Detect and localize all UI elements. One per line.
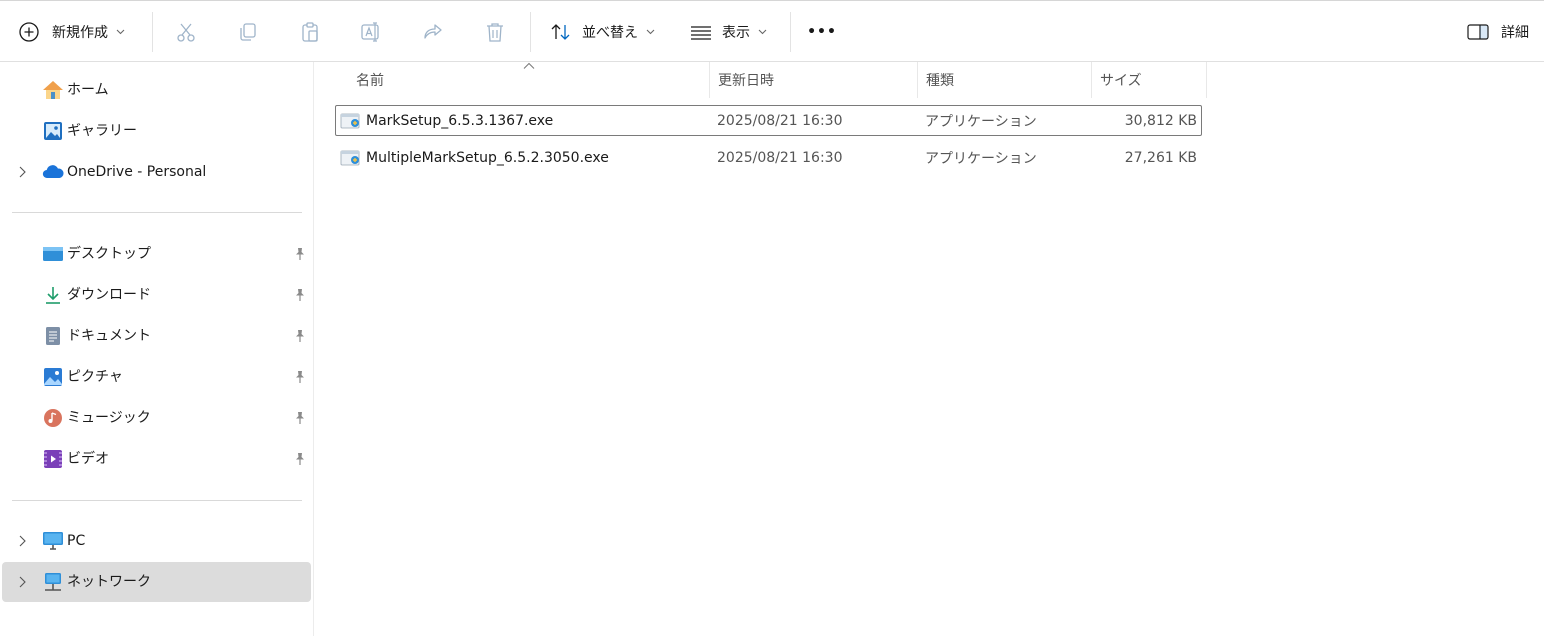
navigation-pane: ホーム ギャラリー OneDrive - Personal デスクトップ ダウン… [0, 62, 314, 636]
sidebar-item-label: PC [67, 533, 86, 549]
monitor-icon [42, 530, 64, 552]
sort-button-label: 並べ替え [582, 25, 638, 41]
sidebar-item-label: ビデオ [67, 451, 109, 467]
column-header-label: 種類 [926, 73, 954, 89]
rename-icon [360, 21, 382, 43]
sidebar-item-label: ピクチャ [67, 369, 123, 385]
paste-button[interactable] [290, 14, 330, 50]
toolbar-separator [530, 12, 531, 52]
video-icon [42, 448, 64, 470]
sidebar-item-desktop[interactable]: デスクトップ [2, 234, 311, 274]
file-row[interactable]: MultipleMarkSetup_6.5.2.3050.exe 2025/08… [335, 142, 1202, 173]
file-type: アプリケーション [925, 113, 1037, 130]
gallery-icon [42, 120, 64, 142]
chevron-down-icon [116, 29, 125, 35]
sidebar-item-downloads[interactable]: ダウンロード [2, 275, 311, 315]
pin-icon[interactable] [293, 451, 307, 467]
onedrive-cloud-icon [42, 161, 64, 183]
sidebar-item-pictures[interactable]: ピクチャ [2, 357, 311, 397]
document-icon [42, 325, 64, 347]
sidebar-item-documents[interactable]: ドキュメント [2, 316, 311, 356]
chevron-right-icon[interactable] [16, 533, 28, 549]
sidebar-item-label: OneDrive - Personal [67, 164, 207, 180]
file-size: 30,812 KB [1124, 112, 1197, 129]
desktop-icon [42, 243, 64, 265]
command-bar: 新規作成 並べ替え 表示 ••• 詳細 [0, 0, 1544, 62]
column-header-modified[interactable]: 更新日時 [710, 62, 918, 98]
share-icon [422, 21, 444, 43]
column-header-name[interactable]: 名前 [348, 62, 710, 98]
sidebar-divider [12, 500, 302, 501]
exe-file-icon [340, 113, 360, 129]
pin-icon[interactable] [293, 410, 307, 426]
delete-button[interactable] [475, 14, 515, 50]
column-header-size[interactable]: サイズ [1092, 62, 1207, 98]
network-icon [42, 571, 64, 593]
column-header-label: 名前 [356, 73, 384, 89]
sort-button[interactable]: 並べ替え [550, 14, 655, 50]
sidebar-item-label: ドキュメント [67, 328, 151, 344]
sort-icon [550, 21, 572, 43]
file-name: MarkSetup_6.5.3.1367.exe [366, 112, 554, 129]
column-header-label: サイズ [1100, 73, 1142, 89]
view-button-label: 表示 [722, 25, 750, 41]
rename-button[interactable] [351, 14, 391, 50]
pin-icon[interactable] [293, 328, 307, 344]
file-name: MultipleMarkSetup_6.5.2.3050.exe [366, 149, 609, 166]
sidebar-item-onedrive[interactable]: OneDrive - Personal [2, 152, 311, 192]
sidebar-item-gallery[interactable]: ギャラリー [2, 111, 311, 151]
sidebar-divider [12, 212, 302, 213]
file-type: アプリケーション [925, 150, 1037, 167]
pin-icon[interactable] [293, 287, 307, 303]
home-icon [42, 79, 64, 101]
details-pane-label: 詳細 [1501, 25, 1529, 41]
exe-file-icon [340, 150, 360, 166]
sidebar-item-label: ギャラリー [67, 123, 137, 139]
file-modified: 2025/08/21 16:30 [717, 149, 843, 166]
sidebar-item-music[interactable]: ミュージック [2, 398, 311, 438]
share-button[interactable] [413, 14, 453, 50]
sidebar-item-label: ホーム [67, 82, 109, 98]
cut-button[interactable] [166, 14, 206, 50]
file-list: 名前 更新日時 種類 サイズ MarkSetup_6.5.3.1367.exe … [315, 62, 1544, 636]
new-button-label: 新規作成 [52, 25, 108, 41]
sidebar-item-network[interactable]: ネットワーク [2, 562, 311, 602]
details-pane-button[interactable]: 詳細 [1467, 14, 1529, 50]
more-options-icon: ••• [807, 24, 837, 40]
file-size: 27,261 KB [1124, 149, 1197, 166]
view-button[interactable]: 表示 [690, 14, 767, 50]
pictures-icon [42, 366, 64, 388]
chevron-right-icon[interactable] [16, 574, 28, 590]
sidebar-item-label: ネットワーク [67, 574, 151, 590]
sidebar-item-label: ミュージック [67, 410, 151, 426]
file-modified: 2025/08/21 16:30 [717, 112, 843, 129]
copy-icon [237, 21, 259, 43]
plus-circle-icon [18, 21, 40, 43]
sidebar-item-home[interactable]: ホーム [2, 70, 311, 110]
sidebar-item-label: デスクトップ [67, 246, 151, 262]
view-list-icon [690, 21, 712, 43]
chevron-right-icon[interactable] [16, 164, 28, 180]
toolbar-separator [152, 12, 153, 52]
download-icon [42, 284, 64, 306]
chevron-down-icon [646, 29, 655, 35]
chevron-down-icon [758, 29, 767, 35]
column-header-type[interactable]: 種類 [918, 62, 1092, 98]
sidebar-item-label: ダウンロード [67, 287, 151, 303]
column-header-label: 更新日時 [718, 73, 774, 89]
toolbar-separator [790, 12, 791, 52]
more-options-button[interactable]: ••• [802, 14, 842, 50]
sidebar-item-videos[interactable]: ビデオ [2, 439, 311, 479]
details-pane-icon [1467, 23, 1489, 41]
scissors-icon [175, 21, 197, 43]
clipboard-icon [299, 21, 321, 43]
pin-icon[interactable] [293, 369, 307, 385]
new-button[interactable]: 新規作成 [18, 14, 125, 50]
pin-icon[interactable] [293, 246, 307, 262]
trash-icon [484, 21, 506, 43]
copy-button[interactable] [228, 14, 268, 50]
music-icon [42, 407, 64, 429]
sidebar-item-pc[interactable]: PC [2, 521, 311, 561]
file-row[interactable]: MarkSetup_6.5.3.1367.exe 2025/08/21 16:3… [335, 105, 1202, 136]
